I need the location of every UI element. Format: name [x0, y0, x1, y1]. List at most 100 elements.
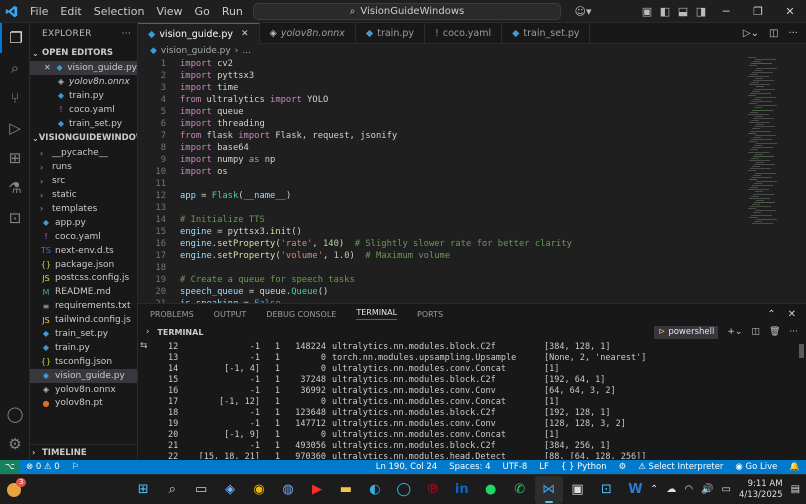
new-terminal-icon[interactable]: +⌄ [727, 327, 742, 337]
remote-explorer-icon[interactable]: ⊡ [0, 203, 30, 233]
file-item[interactable]: {} tsconfig.json [30, 355, 137, 369]
vscode-taskbar-icon[interactable]: ⋈ [534, 475, 563, 504]
file-item[interactable]: JS postcss.config.js [30, 271, 137, 285]
toggle-panel-icon[interactable]: ⬓ [674, 5, 692, 18]
extensions-icon[interactable]: ⊞ [0, 143, 30, 173]
file-item[interactable]: ◆ train.py [30, 341, 137, 355]
edge-profile-icon[interactable]: ◍ [274, 476, 302, 504]
linkedin-icon[interactable]: in [448, 476, 476, 504]
weather-widget-icon[interactable]: 3 [1, 476, 29, 504]
account-icon[interactable]: ◯ [0, 399, 30, 429]
indentation[interactable]: Spaces: 4 [443, 462, 496, 472]
python-env-icon[interactable]: ⚙ [613, 462, 633, 472]
open-editor-item[interactable]: ◆ train.py [30, 89, 137, 103]
customize-layout-icon[interactable]: ▣ [638, 5, 656, 18]
terminal-scrollbar[interactable] [799, 344, 804, 358]
start-windows-icon[interactable]: ⊞ [129, 476, 157, 504]
go-live[interactable]: ◉ Go Live [729, 462, 783, 472]
remote-indicator-icon[interactable]: ⌥ [0, 460, 20, 474]
encoding[interactable]: UTF-8 [496, 462, 533, 472]
language-mode[interactable]: { } Python [555, 462, 613, 472]
tab-train-set-py[interactable]: ◆ train_set.py [502, 23, 591, 44]
timeline-section[interactable]: › TIMELINE [30, 444, 137, 460]
testing-icon[interactable]: ⚗ [0, 173, 30, 203]
breadcrumb-rest[interactable]: ... [242, 46, 251, 56]
folder-item[interactable]: › static [30, 188, 137, 202]
menu-file[interactable]: File [24, 5, 54, 18]
breadcrumb-file[interactable]: vision_guide.py [161, 46, 231, 56]
open-editor-item[interactable]: ◆ train_set.py [30, 117, 137, 131]
select-interpreter[interactable]: ⚠ Select Interpreter [632, 462, 729, 472]
editor-more-icon[interactable]: ··· [788, 28, 798, 39]
taskbar-search-icon[interactable]: ⌕ [158, 476, 186, 504]
tab-terminal[interactable]: TERMINAL [356, 308, 398, 320]
open-editors-section[interactable]: ⌄ OPEN EDITORS [30, 45, 137, 61]
open-editor-item[interactable]: ! coco.yaml [30, 103, 137, 117]
explorer-icon[interactable]: ❐ [0, 23, 30, 53]
split-terminal-icon[interactable]: ◫ [751, 327, 760, 337]
folder-item[interactable]: › templates [30, 202, 137, 216]
file-explorer-icon[interactable]: ▬ [332, 476, 360, 504]
end-of-line[interactable]: LF [533, 462, 555, 472]
project-section[interactable]: ⌄VISIONGUIDEWINDOWS [30, 130, 137, 146]
port-icon[interactable]: ⚐ [66, 462, 86, 472]
open-editor-item[interactable]: ◈ yolov8n.onnx [30, 75, 137, 89]
cursor-position[interactable]: Ln 190, Col 24 [370, 462, 443, 472]
maximize-panel-icon[interactable]: ⌃ [767, 309, 775, 320]
collapse-chevron-icon[interactable]: › [146, 327, 149, 337]
wifi-icon[interactable]: ◠ [684, 484, 693, 495]
file-item[interactable]: ◆ app.py [30, 216, 137, 230]
run-debug-icon[interactable]: ▷ [0, 113, 30, 143]
clock[interactable]: 9:11 AM 4/13/2025 [739, 479, 783, 501]
manage-gear-icon[interactable]: ⚙ [0, 429, 30, 459]
close-tab-icon[interactable]: ✕ [241, 29, 249, 39]
restore-icon[interactable]: ❐ [742, 5, 774, 18]
tab-problems[interactable]: PROBLEMS [150, 310, 194, 319]
folder-item[interactable]: › src [30, 174, 137, 188]
kill-terminal-icon[interactable]: 🗑 [769, 327, 780, 337]
word-icon[interactable]: W [621, 476, 649, 504]
folder-item[interactable]: › runs [30, 160, 137, 174]
youtube-icon[interactable]: ▶ [303, 476, 331, 504]
file-item[interactable]: ! coco.yaml [30, 230, 137, 244]
close-panel-icon[interactable]: ✕ [788, 309, 796, 320]
pinterest-icon[interactable]: ℗ [419, 476, 447, 504]
file-item[interactable]: {} package.json [30, 258, 137, 272]
onedrive-icon[interactable]: ☁ [666, 484, 676, 495]
file-item[interactable]: ◆ vision_guide.py [30, 368, 137, 383]
copilot-app-icon[interactable]: ◈ [216, 476, 244, 504]
run-file-icon[interactable]: ▷⌄ [743, 28, 759, 39]
menu-view[interactable]: View [150, 5, 188, 18]
close-window-icon[interactable]: ✕ [774, 5, 806, 18]
file-item[interactable]: JS tailwind.config.js [30, 313, 137, 327]
tab-ports[interactable]: PORTS [417, 310, 443, 319]
split-editor-icon[interactable]: ◫ [769, 28, 778, 39]
menu-run[interactable]: Run [216, 5, 249, 18]
terminal-output[interactable]: 12 -1 1 148224 ultralytics.nn.modules.block.… [168, 341, 798, 460]
tab-vision-guide-py[interactable]: ◆ vision_guide.py ✕ [138, 23, 260, 44]
notifications-bell-icon[interactable]: 🔔 [783, 462, 806, 472]
tab-debug-console[interactable]: DEBUG CONSOLE [266, 310, 336, 319]
battery-icon[interactable]: ▭ [722, 484, 731, 495]
edge-icon[interactable]: ◐ [361, 476, 389, 504]
file-item[interactable]: M README.md [30, 285, 137, 299]
whatsapp-icon[interactable]: ✆ [506, 476, 534, 504]
terminal-app-icon[interactable]: ▣ [564, 476, 592, 504]
copilot-icon[interactable]: ☺▾ [568, 5, 598, 18]
folder-item[interactable]: › __pycache__ [30, 146, 137, 160]
minimize-icon[interactable]: ─ [710, 5, 742, 18]
menu-selection[interactable]: Selection [88, 5, 151, 18]
tab-coco-yaml[interactable]: ! coco.yaml [425, 23, 503, 44]
source-control-icon[interactable]: ⑂ [0, 83, 30, 113]
tab-train-py[interactable]: ◆ train.py [356, 23, 426, 44]
toggle-primary-sidebar-icon[interactable]: ◧ [656, 5, 674, 18]
tab-output[interactable]: OUTPUT [214, 310, 247, 319]
tray-overflow-icon[interactable]: ⌃ [650, 484, 658, 495]
alexa-icon[interactable]: ◯ [390, 476, 418, 504]
menu-edit[interactable]: Edit [54, 5, 87, 18]
open-editor-item[interactable]: ✕ ◆ vision_guide.py [30, 61, 137, 75]
file-item[interactable]: ≡ requirements.txt [30, 299, 137, 313]
file-item[interactable]: ◈ yolov8n.onnx [30, 383, 137, 397]
spotify-icon[interactable]: ● [477, 476, 505, 504]
menu-go[interactable]: Go [189, 5, 216, 18]
